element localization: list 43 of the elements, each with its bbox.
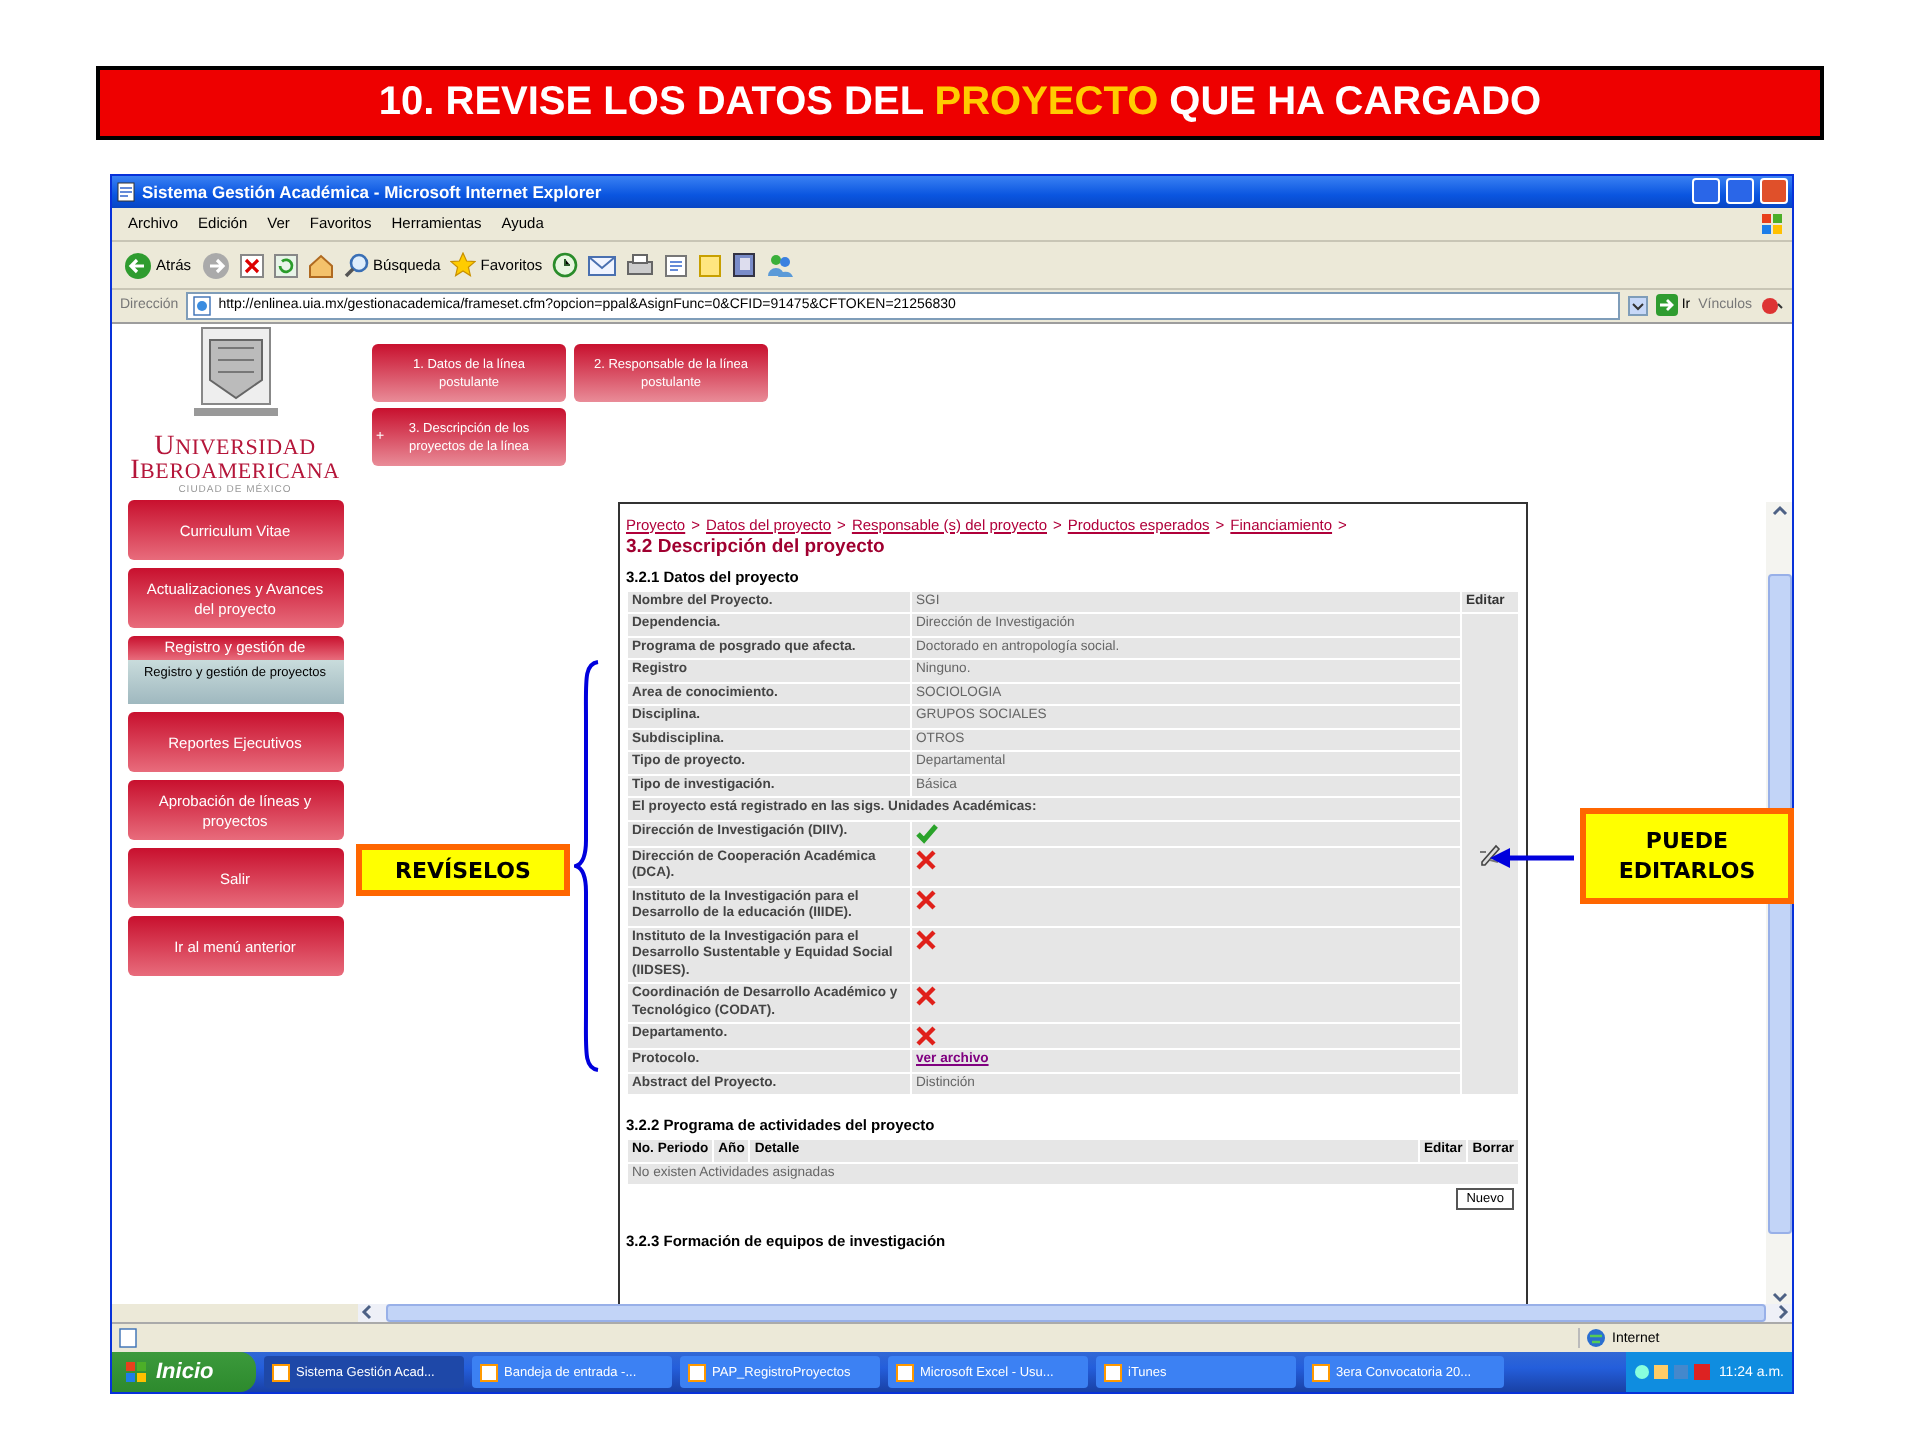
- flag-icon: [124, 1360, 148, 1384]
- document-icon[interactable]: [664, 253, 689, 278]
- slide-title: 10. REVISE LOS DATOS DEL PROYECTO QUE HA CARGADO: [96, 66, 1824, 140]
- page-icon: [116, 181, 136, 202]
- go-arrow-icon: [1655, 294, 1678, 317]
- close-button[interactable]: [1760, 178, 1788, 205]
- arrow: [1490, 846, 1574, 870]
- callout-label: PUEDE EDITARLOS: [1580, 808, 1794, 904]
- scroll-right-icon: [1776, 1304, 1792, 1321]
- refresh-icon[interactable]: [273, 253, 298, 278]
- window-icon: [688, 1363, 706, 1381]
- printer-icon[interactable]: [626, 253, 655, 278]
- window-icon: [480, 1363, 498, 1381]
- people-icon[interactable]: [766, 252, 795, 279]
- page-icon: [118, 1328, 138, 1349]
- tray-icons-drawing: [1634, 1362, 1715, 1382]
- horizontal-scrollbar[interactable]: [358, 1303, 1792, 1323]
- scroll-left-icon: [358, 1304, 374, 1321]
- mail-icon[interactable]: [588, 254, 617, 277]
- window-icon: [272, 1363, 290, 1381]
- globe-icon: [1586, 1328, 1606, 1349]
- window-title: Sistema Gestión Académica - Microsoft Internet Explorer: [142, 181, 604, 202]
- page-heading: 3.2 Descripción del proyecto: [626, 535, 887, 557]
- page-icon: [192, 295, 213, 316]
- home-icon[interactable]: [307, 253, 334, 278]
- maximize-button[interactable]: [1726, 178, 1754, 205]
- scroll-up-icon: [1769, 501, 1789, 517]
- stop-icon[interactable]: [239, 253, 264, 278]
- window-icon: [1312, 1363, 1330, 1381]
- university-name: IBEROAMERICANA: [130, 459, 340, 483]
- callout-label: REVÍSELOS: [356, 844, 570, 896]
- minimize-button[interactable]: [1692, 178, 1720, 205]
- dropdown-icon[interactable]: [1627, 295, 1648, 316]
- history-icon[interactable]: [552, 252, 579, 279]
- star-icon: [450, 252, 477, 279]
- university-name: UNIVERSIDAD: [154, 435, 316, 459]
- edit-icon[interactable]: [1478, 842, 1502, 866]
- start-button[interactable]: Inicio: [112, 1352, 256, 1392]
- window-icon: [1104, 1363, 1122, 1381]
- scroll-down-icon: [1769, 1289, 1789, 1305]
- flag-icon: [1760, 211, 1784, 236]
- window-icon: [896, 1363, 914, 1381]
- search-icon: [343, 252, 370, 279]
